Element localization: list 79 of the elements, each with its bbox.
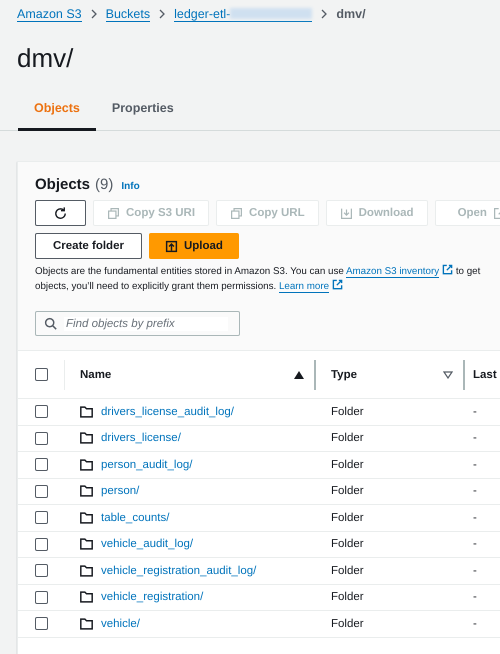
row-checkbox[interactable]	[35, 432, 48, 445]
type-cell-text: Folder	[330, 458, 365, 471]
download-icon	[340, 206, 353, 220]
column-header[interactable]: Name	[80, 368, 112, 380]
row-checkbox[interactable]	[35, 617, 48, 630]
table-cell-text: -	[472, 618, 478, 630]
row-checkbox[interactable]	[35, 590, 48, 604]
page-title: dmv/	[17, 43, 74, 73]
row-checkbox[interactable]	[35, 538, 48, 551]
breadcrumb-link[interactable]: Amazon S3	[17, 6, 82, 22]
folder-link[interactable]: person/	[101, 485, 140, 498]
tab[interactable]: Objects	[18, 101, 96, 131]
type-cell-text: Folder	[330, 618, 365, 630]
folder-link[interactable]: vehicle_audit_log/	[101, 538, 194, 550]
text-link[interactable]: Amazon S3 inventory	[346, 266, 440, 278]
folder-icon	[80, 406, 93, 418]
search-field[interactable]: Find objects by prefix	[35, 311, 240, 336]
folder-link[interactable]: vehicle/	[101, 618, 140, 630]
external-link-icon	[332, 279, 344, 290]
table-cell-text: -	[472, 485, 478, 498]
search-icon	[44, 317, 57, 330]
table-cell-text: -	[472, 564, 478, 577]
tab[interactable]: Properties	[96, 101, 190, 131]
description-text: Objects are the fundamental entities stored in Amazon S3. You can use	[35, 266, 345, 277]
row-checkbox[interactable]	[35, 405, 48, 418]
external-link-icon	[442, 264, 454, 275]
info-link[interactable]: Info	[121, 181, 140, 192]
text-link[interactable]: Learn more	[278, 281, 330, 293]
type-cell-text: Folder	[330, 432, 365, 444]
folder-icon	[80, 432, 93, 444]
breadcrumb-link[interactable]: ledger-etl-	[174, 6, 312, 22]
folder-icon	[80, 564, 93, 577]
folder-icon	[80, 591, 93, 604]
folder-icon	[80, 485, 93, 498]
folder-icon	[80, 512, 93, 524]
row-checkbox[interactable]	[35, 458, 48, 472]
column-header[interactable]: Last	[473, 368, 497, 380]
type-cell-text: Folder	[330, 512, 365, 524]
breadcrumb-link[interactable]: Buckets	[106, 6, 150, 22]
folder-link[interactable]: vehicle_registration_audit_log/	[101, 564, 256, 577]
folder-link[interactable]: vehicle_registration/	[101, 591, 204, 604]
folder-icon	[80, 618, 93, 630]
folder-link[interactable]: drivers_license/	[101, 432, 181, 444]
folder-icon	[80, 538, 93, 550]
refresh-icon	[53, 206, 68, 220]
chevron-icon	[320, 9, 328, 19]
description-text: objects, you’ll need to explicitly grant them permissions.	[35, 281, 278, 292]
copy-icon	[107, 206, 120, 220]
table-cell-text: -	[472, 406, 478, 418]
breadcrumb-current: dmv/	[336, 7, 366, 21]
object-count: (9)	[95, 176, 114, 193]
table-cell-text: -	[472, 591, 478, 604]
folder-link[interactable]: person_audit_log/	[101, 458, 192, 471]
table-cell-text: -	[472, 512, 478, 524]
row-checkbox[interactable]	[35, 511, 48, 524]
folder-link[interactable]: drivers_license_audit_log/	[101, 406, 234, 418]
description-text: to get	[454, 266, 480, 277]
row-checkbox[interactable]	[35, 564, 48, 578]
select-all-checkbox[interactable]	[35, 368, 48, 381]
create-folder-button[interactable]: Create folder	[35, 233, 142, 259]
folder-link[interactable]: table_counts/	[101, 512, 170, 524]
upload-button[interactable]: Upload	[148, 233, 239, 259]
table-cell-text: -	[472, 432, 478, 444]
type-cell-text: Folder	[330, 406, 365, 418]
type-cell-text: Folder	[330, 564, 365, 577]
copy-icon	[230, 206, 244, 220]
type-cell-text: Folder	[330, 591, 365, 604]
table-cell-text: -	[472, 538, 478, 550]
type-cell-text: Folder	[330, 485, 365, 498]
chevron-icon	[90, 9, 98, 19]
panel-title: Objects	[35, 176, 90, 193]
row-checkbox[interactable]	[35, 484, 48, 498]
folder-icon	[80, 458, 93, 471]
column-header[interactable]: Type	[331, 368, 357, 380]
table-cell-text: -	[472, 458, 478, 471]
refresh-button[interactable]	[35, 200, 86, 226]
chevron-icon	[158, 9, 166, 19]
type-cell-text: Folder	[330, 538, 365, 550]
upload-icon	[164, 240, 178, 252]
